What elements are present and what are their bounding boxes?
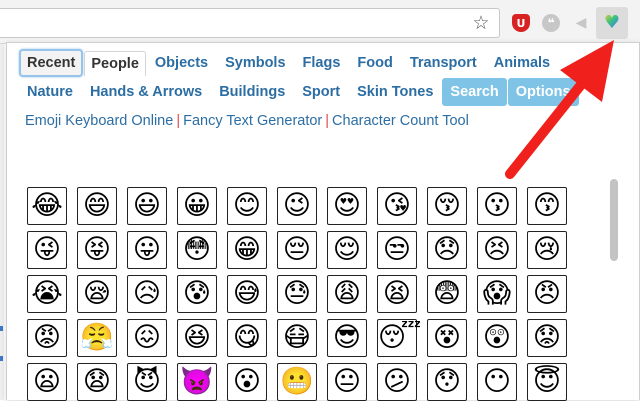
extension-quote-icon[interactable]: ❝ — [538, 10, 564, 36]
emoji-cell[interactable]: 😨 — [427, 275, 467, 313]
emoji-cell[interactable]: 😐 — [327, 363, 367, 401]
tab-animals[interactable]: Animals — [486, 49, 558, 77]
emoji-cell[interactable]: 😙 — [527, 187, 567, 225]
emoji-cell[interactable]: 😄 — [77, 187, 117, 225]
emoji-cell[interactable]: 😰 — [177, 275, 217, 313]
emoji-cell[interactable]: 😟 — [527, 319, 567, 357]
emoji-cell[interactable]: 😯 — [427, 363, 467, 401]
tab-food[interactable]: Food — [349, 49, 400, 77]
extension-speaker-icon[interactable]: ◀ — [568, 10, 594, 36]
tab-flags[interactable]: Flags — [295, 49, 349, 77]
emoji-cell[interactable]: 😢 — [527, 231, 567, 269]
emoji-cell[interactable]: 😥 — [127, 275, 167, 313]
tab-symbols[interactable]: Symbols — [217, 49, 293, 77]
emoji-cell[interactable]: 😌 — [327, 231, 367, 269]
emoji-cell[interactable]: 😗 — [477, 187, 517, 225]
emoji-keyboard-popup: Recent People Objects Symbols Flags Food Trans… — [6, 42, 640, 401]
emoji-cell[interactable]: 😤 — [77, 319, 117, 357]
tab-sport[interactable]: Sport — [294, 78, 348, 106]
link-fancy-text-generator[interactable]: Fancy Text Generator — [183, 113, 322, 129]
emoji-cell[interactable]: 😷 — [277, 319, 317, 357]
tool-links: Emoji Keyboard Online | Fancy Text Generat… — [25, 113, 469, 129]
emoji-grid: 😂 😄 😃 😀 😊 😉 😍 😘 😚 😗 😙 😜 😝 😛 😳 😁 😔 😌 😒 😞 😣 😢 😭 😪 😥 😰 😅 😓 😩 😫 😨 😱 😠 😡 😤 😖 😆 😋 😷 😎… — [27, 187, 587, 401]
emoji-cell[interactable]: 😋 — [227, 319, 267, 357]
tab-transport[interactable]: Transport — [402, 49, 485, 77]
emoji-cell[interactable]: 😧 — [77, 363, 117, 401]
bookmark-star-icon[interactable]: ☆ — [468, 10, 494, 36]
search-button[interactable]: Search — [442, 78, 507, 106]
link-separator: | — [325, 113, 330, 129]
emoji-cell[interactable]: 😅 — [227, 275, 267, 313]
emoji-cell[interactable]: 😂 — [27, 187, 67, 225]
emoji-cell[interactable]: 😲 — [477, 319, 517, 357]
page-fragment — [0, 356, 3, 361]
page-left-edge — [0, 44, 4, 400]
link-emoji-keyboard-online[interactable]: Emoji Keyboard Online — [25, 113, 173, 129]
emoji-cell[interactable]: 😪 — [77, 275, 117, 313]
page-fragment — [0, 326, 3, 331]
emoji-cell[interactable]: 😀 — [177, 187, 217, 225]
emoji-cell[interactable]: 😶 — [477, 363, 517, 401]
scrollbar-thumb[interactable] — [610, 179, 618, 261]
tab-hands-arrows[interactable]: Hands & Arrows — [82, 78, 210, 106]
link-character-count-tool[interactable]: Character Count Tool — [332, 113, 469, 129]
extension-shield-icon[interactable]: U — [508, 10, 534, 36]
emoji-cell[interactable]: 😇 — [527, 363, 567, 401]
emoji-cell[interactable]: 😒 — [377, 231, 417, 269]
scrollbar[interactable] — [608, 177, 620, 401]
emoji-cell[interactable]: 😁 — [227, 231, 267, 269]
emoji-cell[interactable]: 😃 — [127, 187, 167, 225]
emoji-cell[interactable]: 😜 — [27, 231, 67, 269]
emoji-cell[interactable]: 😍 — [327, 187, 367, 225]
emoji-cell[interactable]: 😓 — [277, 275, 317, 313]
emoji-cell[interactable]: 😚 — [427, 187, 467, 225]
emoji-cell[interactable]: 😉 — [277, 187, 317, 225]
emoji-cell[interactable]: 😘 — [377, 187, 417, 225]
quote-glyph: ❝ — [542, 14, 560, 32]
emoji-cell[interactable]: 👿 — [177, 363, 217, 401]
emoji-cell[interactable]: 😊 — [227, 187, 267, 225]
tab-nature[interactable]: Nature — [19, 78, 81, 106]
emoji-cell[interactable]: 😕 — [377, 363, 417, 401]
emoji-cell[interactable]: 😩 — [327, 275, 367, 313]
emoji-cell[interactable]: 😫 — [377, 275, 417, 313]
tab-people[interactable]: People — [84, 50, 146, 76]
emoji-cell[interactable]: 😱 — [477, 275, 517, 313]
heart-icon: ♥ — [603, 12, 621, 33]
emoji-cell[interactable]: 😳 — [177, 231, 217, 269]
tab-buildings[interactable]: Buildings — [211, 78, 293, 106]
address-bar[interactable] — [0, 8, 500, 38]
category-tabs-row-2: Nature Hands & Arrows Buildings Sport Skin T… — [19, 78, 580, 106]
emoji-cell[interactable]: 😭 — [27, 275, 67, 313]
link-separator: | — [176, 113, 181, 129]
emoji-cell[interactable]: 😡 — [27, 319, 67, 357]
emoji-cell[interactable]: 😆 — [177, 319, 217, 357]
emoji-cell[interactable]: 😛 — [127, 231, 167, 269]
emoji-cell[interactable]: 😦 — [27, 363, 67, 401]
emoji-cell[interactable]: 😬 — [277, 363, 317, 401]
emoji-cell[interactable]: 😈 — [127, 363, 167, 401]
tab-recent[interactable]: Recent — [19, 49, 84, 77]
emoji-cell[interactable]: 😮 — [227, 363, 267, 401]
emoji-cell[interactable]: 😔 — [277, 231, 317, 269]
emoji-cell[interactable]: 😖 — [127, 319, 167, 357]
browser-toolbar: ☆ U ❝ ◀ ♥ — [0, 0, 640, 44]
emoji-cell[interactable]: 😴 — [377, 319, 421, 357]
emoji-keyboard-extension-icon[interactable]: ♥ — [596, 7, 628, 39]
emoji-cell[interactable]: 😠 — [527, 275, 567, 313]
shield-glyph: U — [512, 14, 530, 32]
emoji-cell[interactable]: 😵 — [427, 319, 467, 357]
tab-skin-tones[interactable]: Skin Tones — [349, 78, 441, 106]
category-tabs-row-1: Recent People Objects Symbols Flags Food Trans… — [19, 47, 559, 79]
emoji-cell[interactable]: 😝 — [77, 231, 117, 269]
emoji-cell[interactable]: 😞 — [427, 231, 467, 269]
emoji-cell[interactable]: 😣 — [477, 231, 517, 269]
options-button[interactable]: Options — [507, 78, 579, 106]
emoji-cell[interactable]: 😎 — [327, 319, 367, 357]
tab-objects[interactable]: Objects — [147, 49, 216, 77]
